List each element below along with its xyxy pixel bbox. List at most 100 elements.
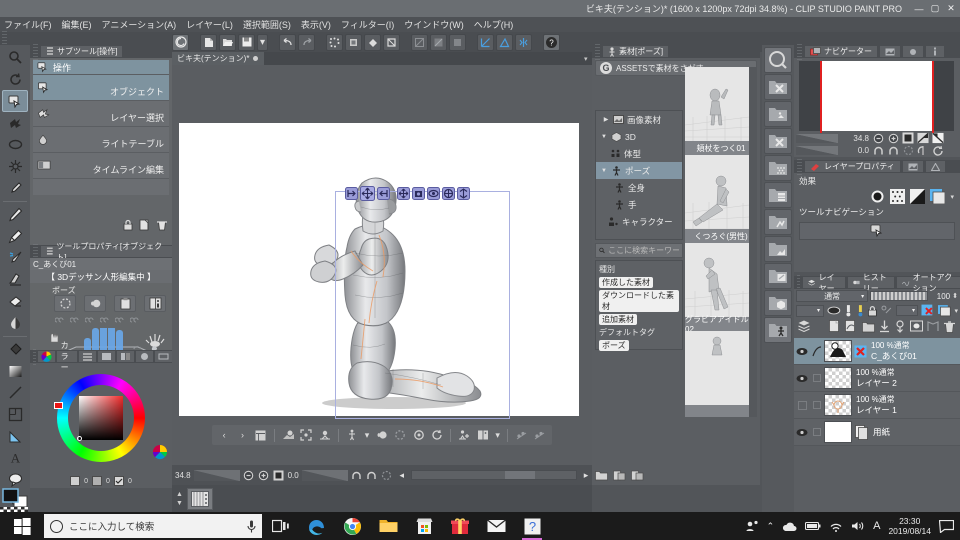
move-plane-icon[interactable] xyxy=(397,187,410,200)
microsoft-store-icon[interactable] xyxy=(406,512,442,540)
mask-select[interactable]: ▾ xyxy=(896,305,918,316)
body-type-icon[interactable] xyxy=(345,428,359,443)
delete-icon[interactable] xyxy=(156,219,168,231)
paste-material-icon[interactable] xyxy=(613,470,626,481)
eraser-tool[interactable] xyxy=(2,290,28,312)
head-pose-icon[interactable] xyxy=(84,295,106,312)
prev-icon[interactable]: ‹ xyxy=(217,428,231,443)
scrollbar-thumb[interactable] xyxy=(505,471,535,479)
zoom-out-icon[interactable] xyxy=(872,132,884,144)
menu-item-filter[interactable]: フィルター(I) xyxy=(341,18,394,31)
mask-apply-icon[interactable] xyxy=(927,320,939,333)
subtool-item-layer-select[interactable]: レイヤー選択 xyxy=(33,101,169,127)
flip-horizontal-icon[interactable] xyxy=(917,132,929,144)
filter-tag-created[interactable]: 作成した素材 xyxy=(599,277,653,288)
taskbar-search-input[interactable]: ここに入力して検索 xyxy=(44,514,262,538)
volume-icon[interactable] xyxy=(851,520,865,532)
canvas-area[interactable]: ‹ › ▾ ▾ xyxy=(172,65,592,465)
help-app-icon[interactable]: ? xyxy=(514,512,550,540)
navigator-canvas[interactable] xyxy=(799,61,954,131)
timeline-nav[interactable]: ▲ ▼ xyxy=(176,491,183,507)
fit-icon[interactable] xyxy=(299,428,313,443)
border-effect-icon[interactable] xyxy=(870,189,885,204)
mail-icon[interactable] xyxy=(478,512,514,540)
rotate-tool[interactable] xyxy=(2,69,28,91)
layer-row[interactable]: 用紙 xyxy=(794,419,960,446)
scale-icon[interactable] xyxy=(457,187,470,200)
show-hidden-icons-icon[interactable]: ⌃ xyxy=(767,521,775,532)
magnifier-tool[interactable] xyxy=(2,47,28,69)
tab-color-set-icon[interactable] xyxy=(98,351,115,362)
layer-color-effect-icon[interactable] xyxy=(910,189,925,204)
tool-navigation-box[interactable] xyxy=(799,222,955,240)
scroll-left-icon[interactable]: ◂ xyxy=(396,469,408,481)
draft-layer-icon[interactable] xyxy=(856,305,865,317)
color-wheel-area[interactable] xyxy=(30,363,172,473)
menu-item-file[interactable]: ファイル(F) xyxy=(4,18,52,31)
folder-delete-icon[interactable] xyxy=(764,128,792,154)
airbrush-tool[interactable] xyxy=(2,247,28,269)
canvas-paper[interactable] xyxy=(179,123,579,416)
menu-item-window[interactable]: ウインドウ(W) xyxy=(404,18,464,31)
folder-3d-pose-icon[interactable] xyxy=(764,317,792,343)
gift-app-icon[interactable] xyxy=(442,512,478,540)
rotate-right-icon[interactable] xyxy=(887,144,899,156)
material-palette-header[interactable]: 素材[ポーズ] xyxy=(592,45,760,58)
document-modified-dot[interactable] xyxy=(253,56,258,61)
lock-transparency-icon[interactable] xyxy=(827,305,841,316)
reset-rotation-icon[interactable] xyxy=(381,469,393,481)
layer-thumbnail[interactable] xyxy=(824,421,852,443)
grip-dots[interactable] xyxy=(33,44,38,60)
flip-vertical-icon[interactable] xyxy=(932,132,944,144)
folder-tone-icon[interactable] xyxy=(764,155,792,181)
tree-item-hand[interactable]: 手 xyxy=(596,196,682,213)
clipping-icon[interactable] xyxy=(844,305,853,317)
tree-item-body-type[interactable]: 体型 xyxy=(596,145,682,162)
lock-icon[interactable] xyxy=(122,219,134,231)
layout-icon[interactable] xyxy=(475,428,489,443)
list-icon[interactable] xyxy=(254,428,268,443)
color-swatch-icon[interactable] xyxy=(930,189,945,204)
maximize-button[interactable]: ▢ xyxy=(928,3,942,15)
pose-scanner-icon[interactable] xyxy=(281,428,295,443)
layer-row[interactable]: 100 %通常 レイヤー 2 xyxy=(794,365,960,392)
rotate-body-icon[interactable] xyxy=(427,187,440,200)
rotate-root-icon[interactable] xyxy=(430,428,444,443)
brush-tool[interactable] xyxy=(2,225,28,247)
tab-approx-color-icon[interactable] xyxy=(136,351,153,362)
material-thumbnail-list[interactable]: 頬杖をつく01 くつろぐ(男性) グラビアアイドル02 xyxy=(685,67,757,417)
tone-effect-icon[interactable] xyxy=(890,189,905,204)
tab-intermediate-color-icon[interactable] xyxy=(117,351,134,362)
combine-down-icon[interactable] xyxy=(894,320,906,333)
frame-border-tool[interactable] xyxy=(2,404,28,426)
layer-lock-toggle[interactable] xyxy=(810,428,824,436)
tab-subtool[interactable]: サブツール[操作] xyxy=(41,46,122,57)
text-tool[interactable]: A xyxy=(2,447,28,469)
layer-lock-toggle[interactable] xyxy=(810,345,824,357)
filter-tag-downloaded[interactable]: ダウンロードした素材 xyxy=(599,290,679,312)
pencil-tool[interactable] xyxy=(2,204,28,226)
tab-auto-action[interactable]: オートアクション xyxy=(897,277,960,288)
tab-sub-view[interactable] xyxy=(880,46,900,57)
minimize-button[interactable]: — xyxy=(912,3,926,15)
mask-create-icon[interactable] xyxy=(910,320,923,332)
subtool-group-operation[interactable]: 操作 xyxy=(33,60,169,75)
zoom-in-icon[interactable] xyxy=(258,469,270,481)
new-folder-icon[interactable] xyxy=(595,470,608,481)
folder-image-icon[interactable] xyxy=(764,101,792,127)
layer-visibility-toggle[interactable] xyxy=(794,374,810,383)
wifi-icon[interactable] xyxy=(829,521,843,532)
perspective-ruler-icon[interactable] xyxy=(496,34,513,51)
material-thumbnail[interactable] xyxy=(685,331,757,417)
tab-material[interactable]: 素材[ポーズ] xyxy=(603,46,668,57)
layer-palette-header[interactable]: レイヤー ヒストリー オートアクション xyxy=(794,276,960,289)
tab-tool-property[interactable]: ツールプロパティ[オブジェクト] xyxy=(41,246,172,257)
selection-snap-icon[interactable] xyxy=(449,34,466,51)
move-z-icon[interactable] xyxy=(377,187,390,200)
pose-book-icon[interactable] xyxy=(144,295,166,312)
folder-effect-icon[interactable] xyxy=(764,209,792,235)
tab-history[interactable]: ヒストリー xyxy=(848,277,895,288)
clear-icon[interactable] xyxy=(326,34,343,51)
hue-wheel[interactable] xyxy=(57,374,145,462)
color-alpha-icon[interactable] xyxy=(114,476,124,486)
